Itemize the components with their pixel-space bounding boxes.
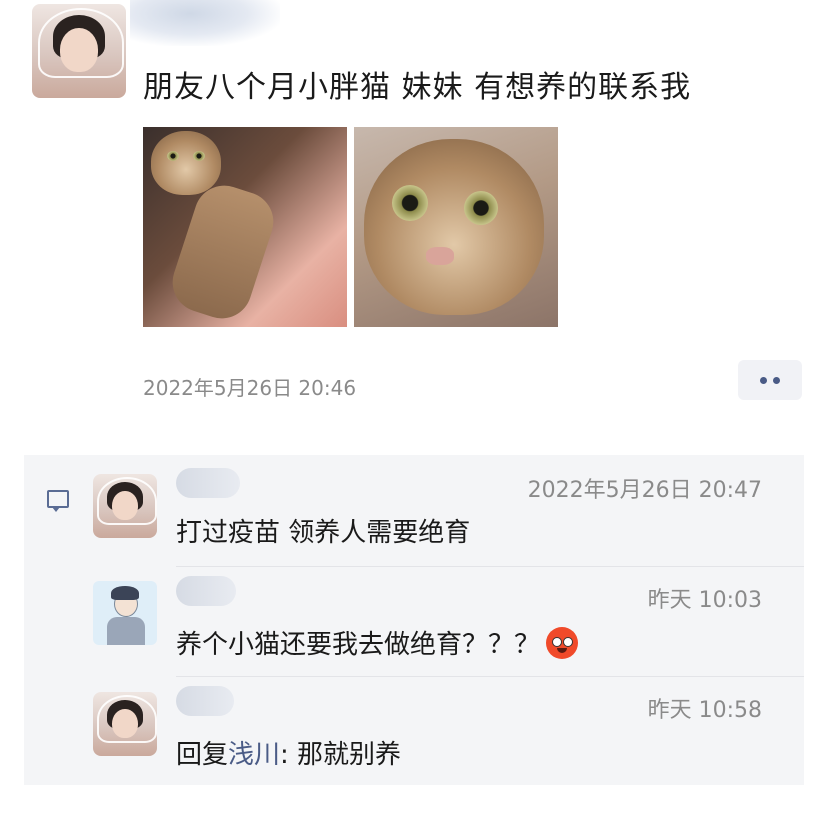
poster-avatar[interactable] (32, 4, 126, 98)
comment-timestamp: 昨天 10:03 (647, 588, 762, 613)
comment-text: 养个小猫还要我去做绝育？？？ (176, 630, 541, 660)
post-timestamp: 2022年5月26日 20:46 (143, 376, 357, 400)
more-button[interactable] (738, 360, 802, 400)
blurred-commenter-name (176, 468, 240, 498)
comment-text: 打过疫苗 领养人需要绝育 (176, 518, 471, 548)
post-photo-2[interactable] (354, 127, 558, 327)
comment-row: 养个小猫还要我去做绝育？？？ (176, 624, 579, 661)
comment-avatar[interactable] (93, 581, 157, 645)
comment-avatar[interactable] (93, 692, 157, 756)
comment-row: 回复浅川: 那就别养 (176, 734, 401, 771)
post-photo-1[interactable] (143, 127, 347, 327)
blurred-name-area (130, 0, 280, 46)
reply-to-link[interactable]: 浅川 (228, 740, 280, 770)
comment-icon (47, 490, 69, 512)
blurred-commenter-name (176, 576, 236, 606)
flushed-face-emoji-icon (546, 627, 579, 659)
comment-text: : 那就别养 (280, 740, 402, 770)
comment-avatar[interactable] (93, 474, 157, 538)
comment-timestamp: 2022年5月26日 20:47 (527, 478, 762, 503)
divider (176, 566, 804, 567)
comment-timestamp: 昨天 10:58 (647, 698, 762, 723)
reply-prefix: 回复 (176, 740, 229, 770)
divider (176, 676, 804, 677)
post-text: 朋友八个月小胖猫 妹妹 有想养的联系我 (143, 70, 692, 105)
blurred-commenter-name (176, 686, 234, 716)
